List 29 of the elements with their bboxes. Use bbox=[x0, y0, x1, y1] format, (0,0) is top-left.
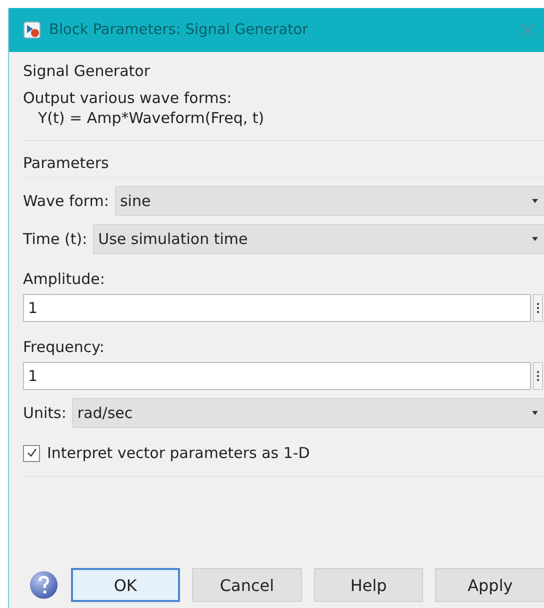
block-name: Signal Generator bbox=[23, 62, 152, 80]
dropdown[interactable]: Use simulation time bbox=[93, 224, 544, 254]
input-field[interactable]: 1 bbox=[23, 362, 531, 390]
field-label: Frequency: bbox=[23, 338, 106, 356]
caret-icon bbox=[532, 199, 538, 203]
dropdown[interactable]: sine bbox=[114, 186, 544, 216]
caret-icon bbox=[532, 411, 538, 415]
description-text: Y(t) = Amp*Waveform(Freq, t) bbox=[37, 108, 266, 128]
input-field[interactable]: 1 bbox=[23, 294, 531, 322]
field-label: Wave form: bbox=[23, 192, 109, 210]
more-icon[interactable] bbox=[533, 362, 543, 390]
dialog-button[interactable]: OK bbox=[70, 568, 180, 602]
section-title: Parameters bbox=[23, 153, 544, 178]
dialog-button[interactable]: Cancel bbox=[192, 568, 302, 602]
field-label: Time (t): bbox=[23, 230, 88, 248]
field-label: Units: bbox=[23, 404, 66, 422]
caret-icon bbox=[532, 237, 538, 241]
checkbox[interactable] bbox=[23, 444, 40, 462]
window-title: Block Parameters: Signal Generator bbox=[49, 22, 308, 38]
more-icon[interactable] bbox=[533, 294, 543, 322]
dropdown[interactable]: rad/sec bbox=[72, 398, 544, 428]
dialog-button[interactable]: Apply bbox=[435, 568, 544, 602]
app-icon bbox=[23, 21, 41, 39]
dialog-button[interactable]: Help bbox=[314, 568, 424, 602]
help-icon[interactable] bbox=[29, 570, 59, 600]
checkmark-icon bbox=[26, 447, 38, 459]
description-text: Output various wave forms: bbox=[23, 88, 233, 108]
checkbox-label: Interpret vector parameters as 1-D bbox=[47, 444, 310, 462]
field-label: Amplitude: bbox=[23, 270, 106, 288]
